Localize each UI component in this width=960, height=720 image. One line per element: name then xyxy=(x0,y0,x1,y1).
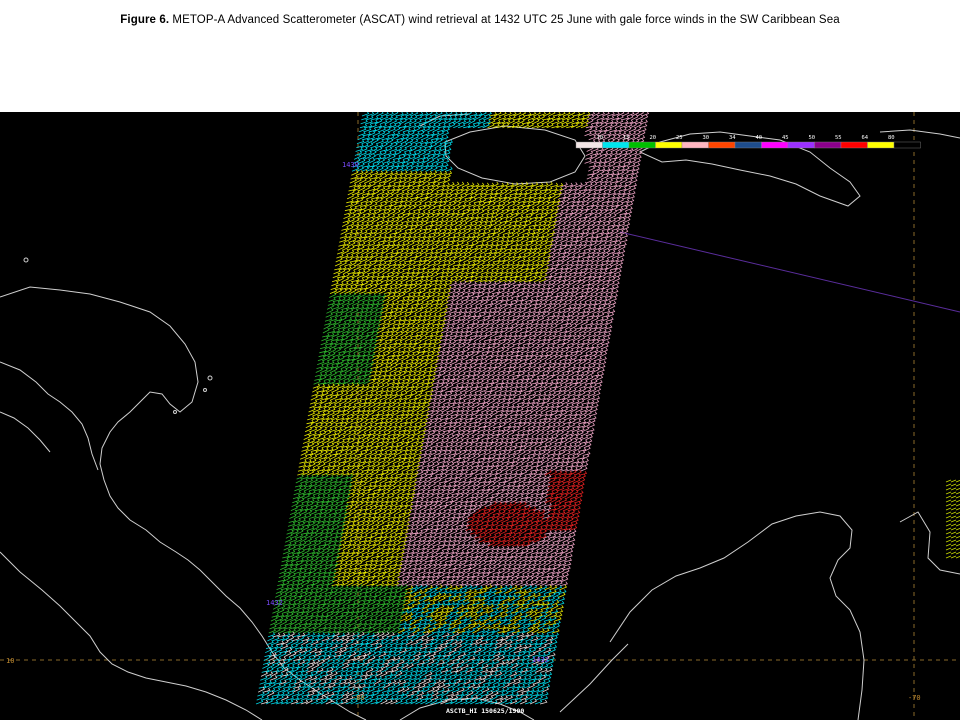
colorbar-swatch xyxy=(602,141,630,149)
colorbar-swatch xyxy=(893,141,921,149)
colorbar-label: 10 xyxy=(597,135,604,141)
colorbar-swatch xyxy=(814,141,842,149)
colorbar-label: 55 xyxy=(835,135,842,141)
lon-label-70: -70 xyxy=(908,694,921,702)
colorbar-label: 15 xyxy=(623,135,630,141)
colorbar-swatch xyxy=(787,141,815,149)
colorbar-label: 45 xyxy=(782,135,789,141)
lon-label-80: -80 xyxy=(352,694,365,702)
figure-caption: Figure 6. METOP-A Advanced Scatterometer… xyxy=(0,14,960,26)
colorbar-label: 40 xyxy=(756,135,763,141)
lat-label-10: 10 xyxy=(6,657,14,665)
colorbar-label: 64 xyxy=(862,135,869,141)
colorbar-label: 80 xyxy=(888,135,895,141)
swath-time-label-bottom: 1432 xyxy=(532,656,549,664)
colorbar-label: 20 xyxy=(650,135,657,141)
colorbar-swatch xyxy=(708,141,736,149)
scatterometer-map: 10 15 20 25 30 34 40 45 50 55 64 80 1430 1432 1432 … xyxy=(0,112,960,720)
colorbar-swatch xyxy=(655,141,683,149)
colorbar-label: 30 xyxy=(703,135,710,141)
colorbar-swatch xyxy=(734,141,762,149)
colorbar-swatch xyxy=(628,141,656,149)
figure-number: Figure 6. xyxy=(120,14,170,26)
swath-time-label-mid: 1432 xyxy=(266,599,283,607)
colorbar-swatch xyxy=(840,141,868,149)
colorbar-label: 50 xyxy=(809,135,816,141)
colorbar-label: 25 xyxy=(676,135,683,141)
colorbar-swatch xyxy=(761,141,789,149)
colorbar-swatch xyxy=(867,141,895,149)
caption-text: METOP-A Advanced Scatterometer (ASCAT) w… xyxy=(172,14,840,26)
colorbar-swatch xyxy=(575,141,603,149)
product-footer-label: ASCTB_HI 150625/1900 xyxy=(446,707,524,715)
colorbar-swatch xyxy=(681,141,709,149)
colorbar-label: 34 xyxy=(729,135,736,141)
swath-time-label-top: 1430 xyxy=(342,161,359,169)
map-canvas: 10 15 20 25 30 34 40 45 50 55 64 80 1430 1432 1432 … xyxy=(0,112,960,720)
